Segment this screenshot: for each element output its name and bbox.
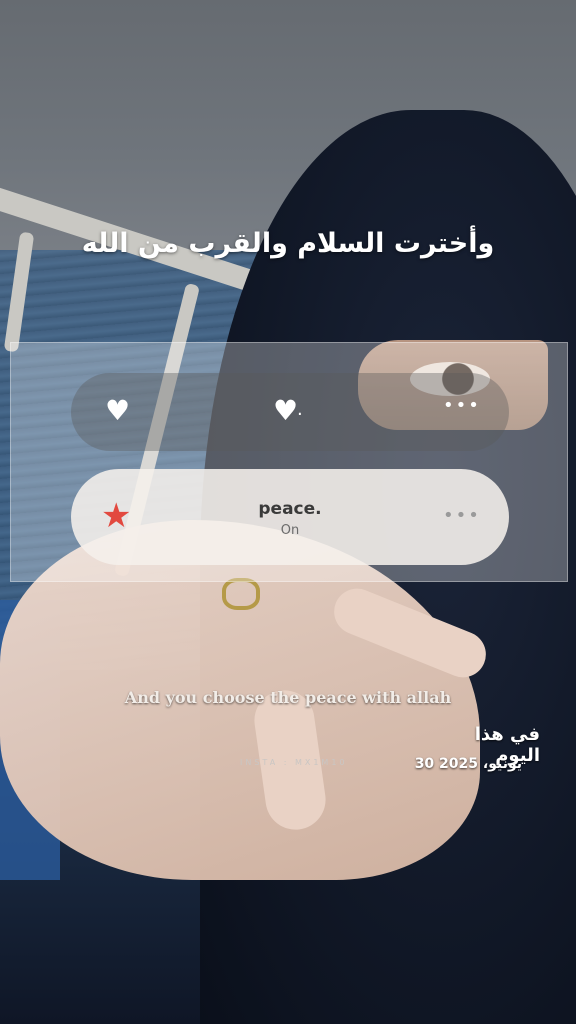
more-dots-icon[interactable]: ••• — [443, 395, 481, 416]
arabic-title: وأخترت السلام والقرب من الله — [81, 228, 495, 259]
more-dots-icon[interactable]: ••• — [443, 505, 481, 526]
watermark: INSTA : MX1M10 — [240, 758, 348, 767]
english-caption: And you choose the peace with allah — [124, 688, 452, 707]
date-text: 30 يونيو، 2025 — [414, 756, 522, 772]
ring — [222, 578, 260, 610]
music-player-panel: ♥ ♥ . ••• ★ peace. On ••• — [10, 342, 568, 582]
heart-icon[interactable]: ♥ — [105, 397, 130, 425]
photo-scene: وأخترت السلام والقرب من الله ♥ ♥ . ••• ★… — [0, 0, 576, 1024]
heart-icon[interactable]: ♥ — [273, 397, 298, 425]
dots-indicator: . — [297, 399, 305, 420]
player-row-now-playing[interactable]: ★ peace. On ••• — [71, 469, 509, 565]
player-row-top[interactable]: ♥ ♥ . ••• — [71, 373, 509, 451]
